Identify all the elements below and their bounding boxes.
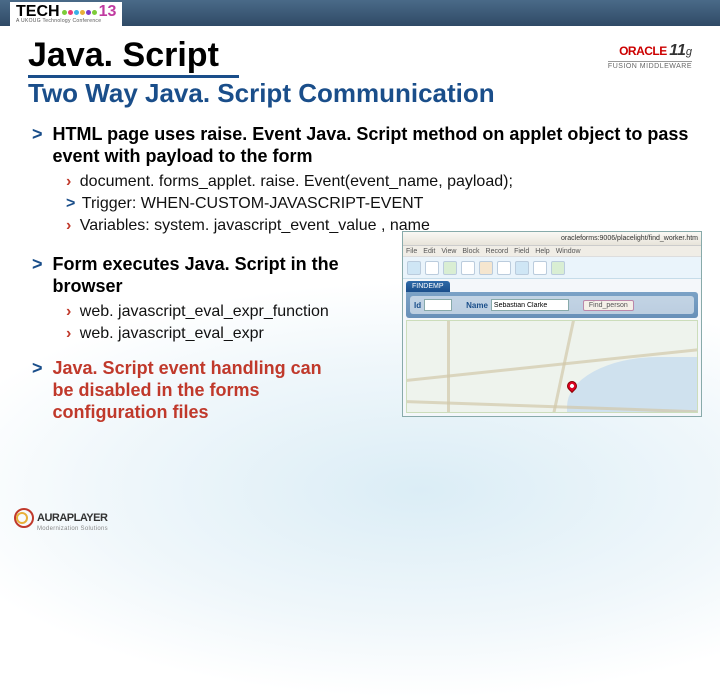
toolbar-icon[interactable] xyxy=(551,261,565,275)
bullet-1-subitems: › document. forms_applet. raise. Event(e… xyxy=(66,171,692,237)
header-bar: TECH 13 A UKOUG Technology Conference xyxy=(0,0,720,26)
bullet-3-text: Java. Script event handling can be disab… xyxy=(53,357,343,423)
bullet-2-subitems: › web. javascript_eval_expr_function › w… xyxy=(66,301,388,345)
toolbar-icon[interactable] xyxy=(407,261,421,275)
menu-item[interactable]: Field xyxy=(514,248,529,255)
version-g: g xyxy=(686,46,692,58)
slide-title: Java. Script xyxy=(28,36,239,78)
id-input[interactable] xyxy=(424,299,452,311)
sub-text: web. javascript_eval_expr_function xyxy=(75,303,328,320)
menu-item[interactable]: Help xyxy=(535,248,549,255)
chevron-icon: > xyxy=(32,123,43,145)
logo-subtitle: A UKOUG Technology Conference xyxy=(16,18,101,24)
toolbar-icon[interactable] xyxy=(515,261,529,275)
map-area[interactable] xyxy=(406,320,698,413)
bullet-2-text: Form executes Java. Script in the browse… xyxy=(53,253,388,297)
name-field-group: Name xyxy=(466,299,569,311)
slide-content: Java. Script ORACLE 11g FUSION MIDDLEWAR… xyxy=(0,26,720,427)
find-person-button[interactable]: Find_person xyxy=(583,300,634,311)
map-road xyxy=(447,320,450,413)
slide-subtitle: Two Way Java. Script Communication xyxy=(28,78,692,109)
bullet-2-sub-2: › web. javascript_eval_expr xyxy=(66,323,388,345)
bullet-1-text: HTML page uses raise. Event Java. Script… xyxy=(53,123,692,167)
sub-text: document. forms_applet. raise. Event(eve… xyxy=(75,173,513,190)
name-input[interactable] xyxy=(491,299,569,311)
menu-item[interactable]: Edit xyxy=(423,248,435,255)
bullet-1-sub-1: › document. forms_applet. raise. Event(e… xyxy=(66,171,692,193)
url-hint: oracleforms:9006/placelight/find_worker.… xyxy=(561,235,698,242)
menu-item[interactable]: File xyxy=(406,248,417,255)
toolbar-icon[interactable] xyxy=(479,261,493,275)
map-water xyxy=(567,357,697,412)
menu-item[interactable]: Window xyxy=(556,248,581,255)
auraplayer-logo: AURAPLAYER Modernization Solutions xyxy=(14,508,108,532)
oracle-wordmark: ORACLE xyxy=(619,44,667,58)
bullet-1-sub-2: > Trigger: WHEN-CUSTOM-JAVASCRIPT-EVENT xyxy=(66,193,692,215)
sub-text: Trigger: WHEN-CUSTOM-JAVASCRIPT-EVENT xyxy=(82,195,424,212)
menu-item[interactable]: View xyxy=(441,248,456,255)
fusion-middleware-label: FUSION MIDDLEWARE xyxy=(608,61,692,70)
bullet-2-sub-1: › web. javascript_eval_expr_function xyxy=(66,301,388,323)
id-field-group: Id xyxy=(414,299,452,311)
tech13-logo: TECH 13 A UKOUG Technology Conference xyxy=(10,2,122,26)
toolbar-icon[interactable] xyxy=(425,261,439,275)
id-label: Id xyxy=(414,301,421,310)
chevron-icon: > xyxy=(32,357,43,379)
footer-brand: AURAPLAYER xyxy=(37,512,107,524)
oracle-11g-badge: ORACLE 11g FUSION MIDDLEWARE xyxy=(608,42,692,70)
toolbar-icon[interactable] xyxy=(461,261,475,275)
embedded-screenshot: oracleforms:9006/placelight/find_worker.… xyxy=(402,231,702,417)
bullet-3: > Java. Script event handling can be dis… xyxy=(32,357,388,423)
sub-text: Variables: system. javascript_event_valu… xyxy=(75,217,430,234)
bullet-1: > HTML page uses raise. Event Java. Scri… xyxy=(32,123,692,167)
window-titlebar: oracleforms:9006/placelight/find_worker.… xyxy=(403,232,701,246)
name-label: Name xyxy=(466,301,488,310)
bullet-2: > Form executes Java. Script in the brow… xyxy=(32,253,388,297)
version-11: 11 xyxy=(669,42,686,59)
sub-text: web. javascript_eval_expr xyxy=(75,325,264,342)
footer-tagline: Modernization Solutions xyxy=(37,526,108,532)
menu-item[interactable]: Record xyxy=(486,248,509,255)
toolbar xyxy=(403,257,701,279)
menu-item[interactable]: Block xyxy=(462,248,479,255)
toolbar-icon[interactable] xyxy=(443,261,457,275)
chevron-icon: > xyxy=(32,253,43,275)
toolbar-icon[interactable] xyxy=(533,261,547,275)
swirl-icon xyxy=(14,508,34,528)
form-panel: Id Name Find_person xyxy=(406,292,698,318)
menu-bar: File Edit View Block Record Field Help W… xyxy=(403,246,701,257)
toolbar-icon[interactable] xyxy=(497,261,511,275)
form-tab[interactable]: FINDEMP xyxy=(406,281,450,292)
